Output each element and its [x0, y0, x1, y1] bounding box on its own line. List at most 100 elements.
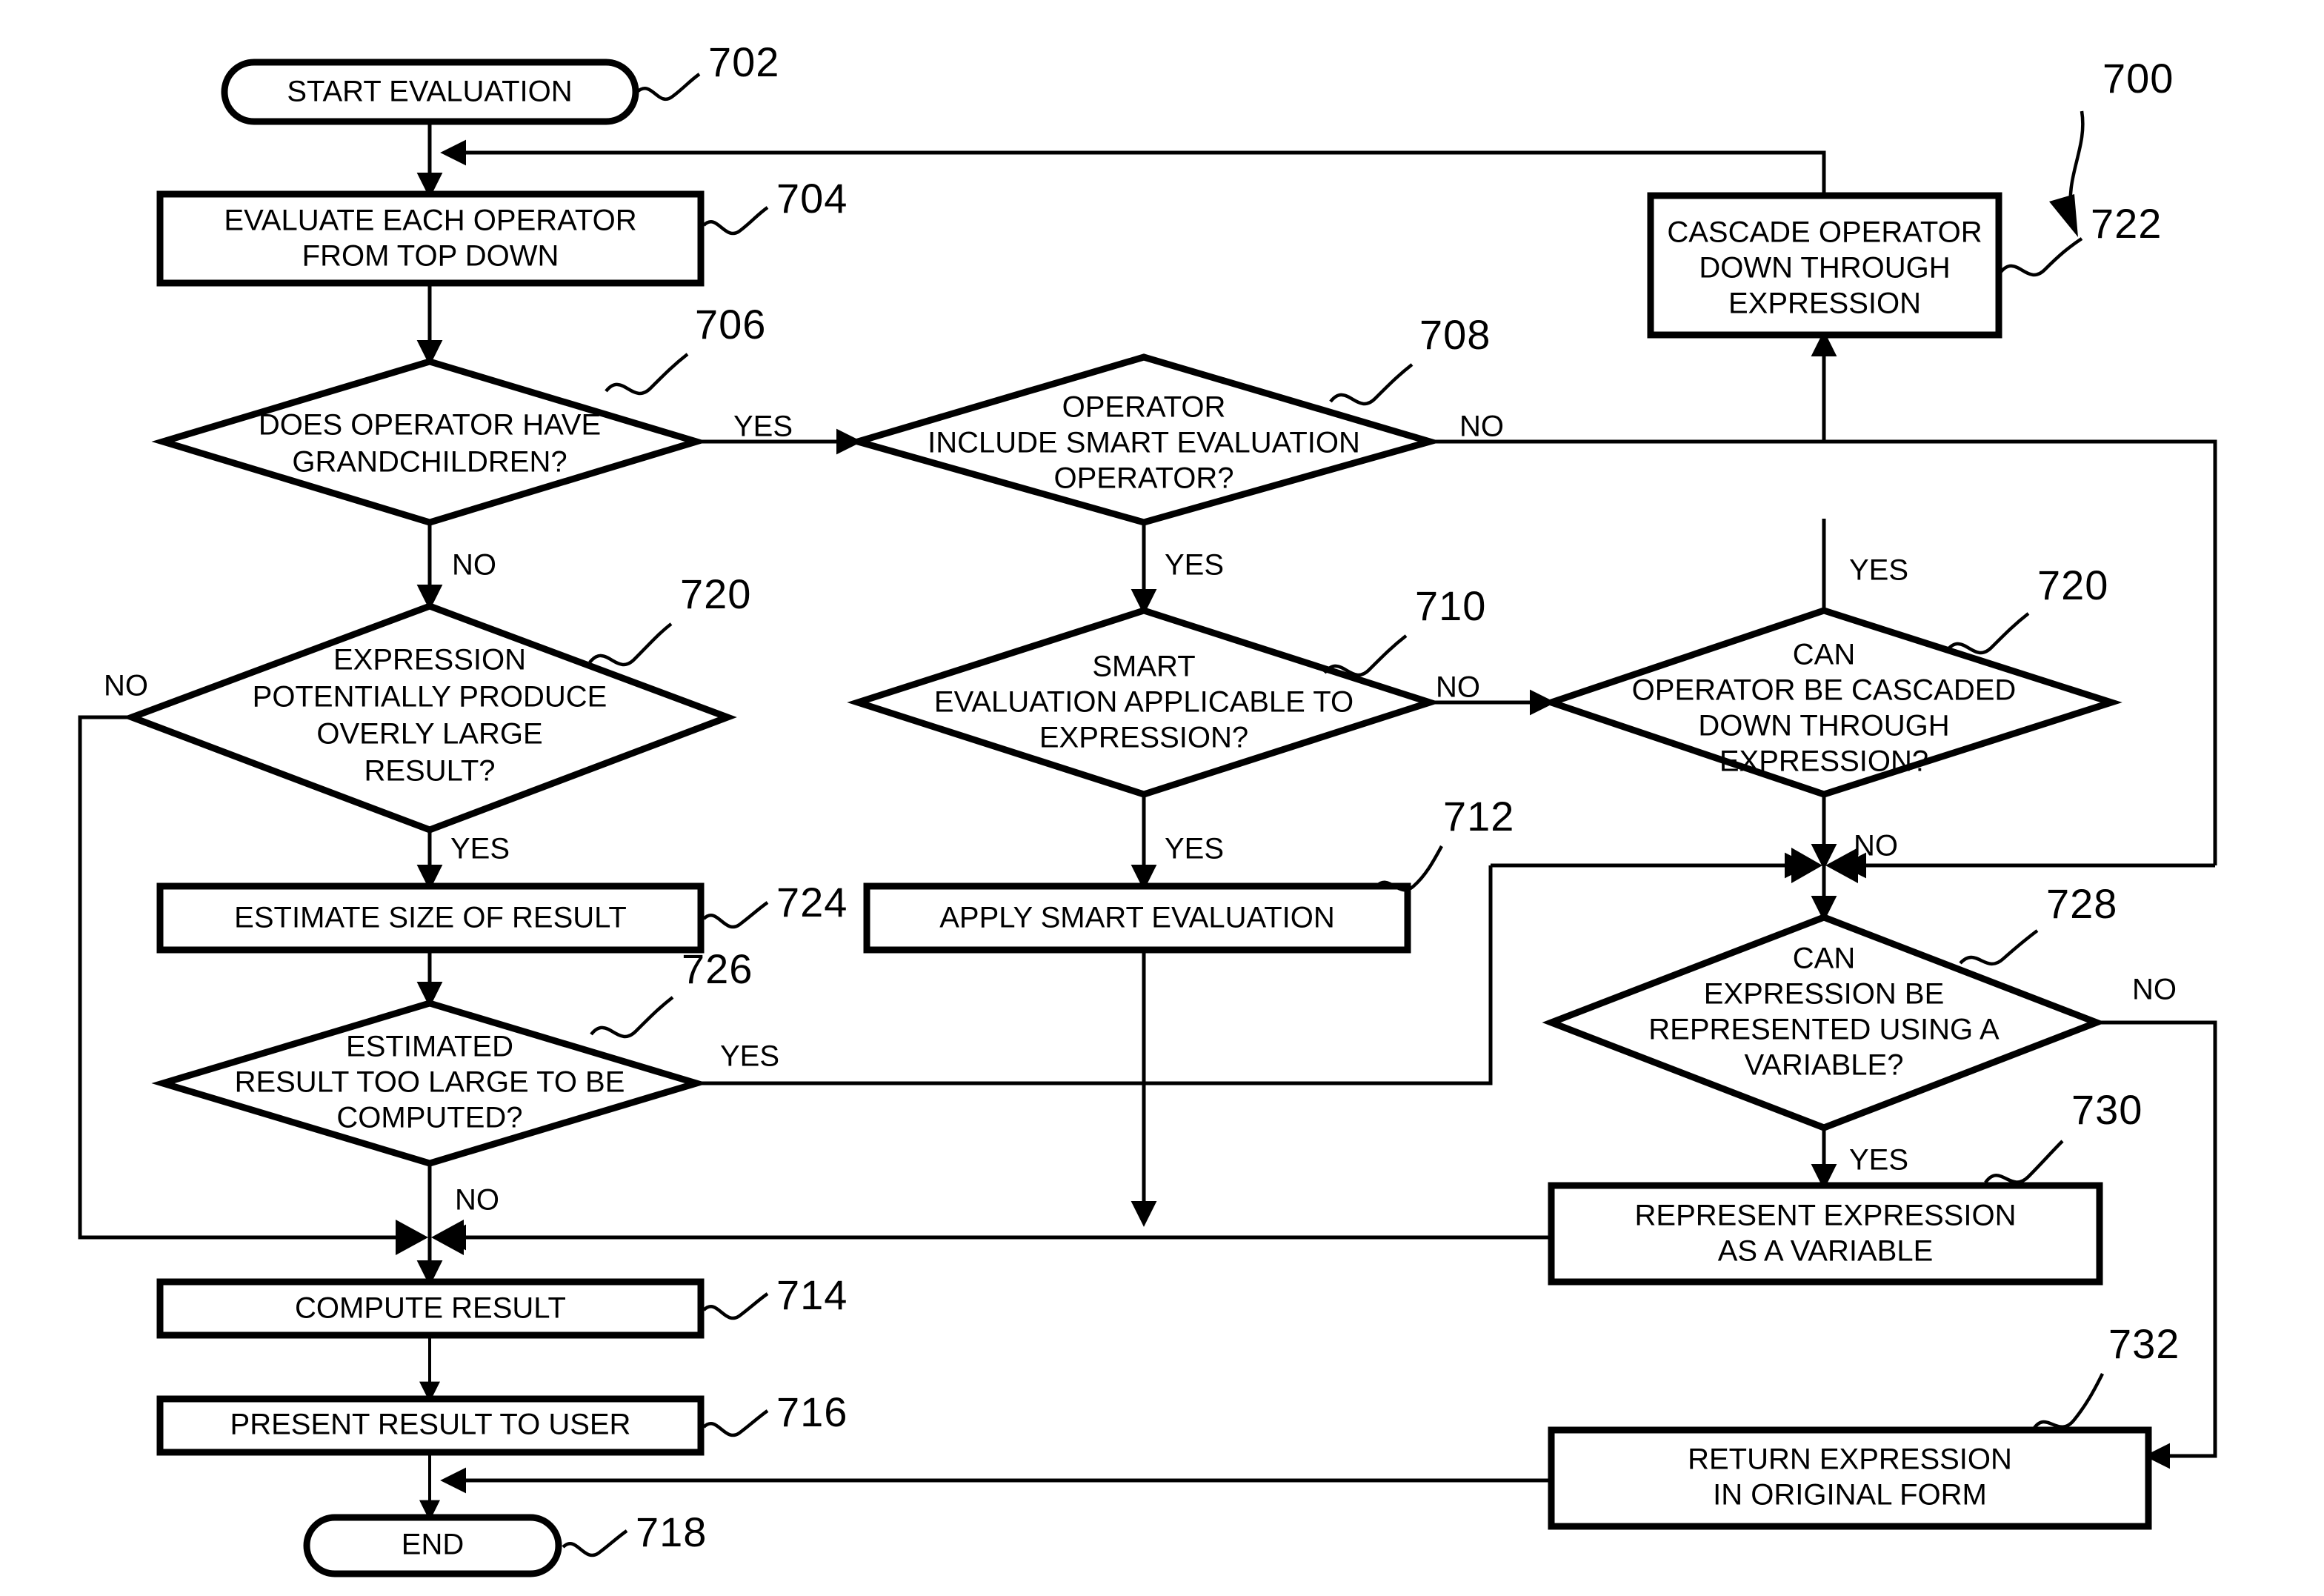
- flowchart-svg: START EVALUATION EVALUATE EACH OPERATOR …: [78, 39, 2217, 1577]
- node-710-label-line2: EVALUATION APPLICABLE TO: [934, 686, 1354, 719]
- ref-710: 710: [1415, 582, 1486, 629]
- node-722-label-line3: EXPRESSION: [1728, 287, 1921, 320]
- node-726-label-line1: ESTIMATED: [346, 1031, 513, 1063]
- node-720a-label-line4: RESULT?: [364, 755, 495, 788]
- node-720b-label-line1: CAN: [1793, 639, 1855, 671]
- node-732-label-line1: RETURN EXPRESSION: [1688, 1443, 2012, 1476]
- node-720a-label-line3: OVERLY LARGE: [316, 718, 542, 751]
- ref-712: 712: [1443, 793, 1514, 839]
- node-730-label-line1: REPRESENT EXPRESSION: [1635, 1200, 2017, 1232]
- node-smart-evaluation-applicable-to-expression[interactable]: SMART EVALUATION APPLICABLE TO EXPRESSIO…: [847, 607, 1441, 798]
- edge-label-706-no: NO: [452, 549, 496, 582]
- node-704-label-line1: EVALUATE EACH OPERATOR: [224, 205, 636, 237]
- edge-label-726-no: NO: [455, 1184, 499, 1217]
- junction-arrow-right-1168: [1825, 848, 1858, 883]
- leader-708: [1329, 363, 1414, 406]
- edge-label-720a-yes: YES: [450, 833, 510, 865]
- node-712-label: APPLY SMART EVALUATION: [939, 902, 1335, 934]
- node-728-label-line3: REPRESENTED USING A: [1648, 1014, 2000, 1046]
- node-evaluate-each-operator[interactable]: EVALUATE EACH OPERATOR FROM TOP DOWN: [156, 190, 705, 287]
- ref-728: 728: [2046, 880, 2117, 927]
- node-722-label-line1: CASCADE OPERATOR: [1667, 216, 1982, 249]
- node-708-label-line1: OPERATOR: [1062, 391, 1226, 424]
- edge-label-726-yes: YES: [720, 1040, 779, 1073]
- ref-730: 730: [2071, 1086, 2142, 1133]
- node-708-label-line3: OPERATOR?: [1053, 462, 1233, 495]
- node-720b-label-line3: DOWN THROUGH: [1698, 710, 1949, 742]
- leader-702: [636, 73, 701, 102]
- node-732-label-line2: IN ORIGINAL FORM: [1713, 1479, 1987, 1512]
- figure-canvas: START EVALUATION EVALUATE EACH OPERATOR …: [0, 0, 2324, 1596]
- leader-732: [2031, 1372, 2105, 1432]
- node-720a-label-line1: EXPRESSION: [333, 644, 526, 676]
- node-estimated-result-too-large-to-be-computed[interactable]: ESTIMATED RESULT TOO LARGE TO BE COMPUTE…: [151, 1000, 708, 1167]
- leader-726: [590, 996, 674, 1039]
- node-702-label: START EVALUATION: [287, 76, 572, 108]
- node-718-label: END: [402, 1529, 464, 1561]
- junction-arrow-right-1670: [431, 1220, 464, 1255]
- node-start-evaluation[interactable]: START EVALUATION: [221, 59, 639, 125]
- node-present-result-to-user[interactable]: PRESENT RESULT TO USER: [156, 1395, 705, 1456]
- edge-722-to-704-loop: [440, 139, 1826, 194]
- ref-716: 716: [776, 1389, 848, 1435]
- node-720a-label-line2: POTENTIALLY PRODUCE: [253, 681, 607, 714]
- leader-706: [605, 353, 689, 396]
- ref-700: 700: [2102, 55, 2174, 102]
- leader-722: [1999, 237, 2083, 277]
- node-714-label: COMPUTE RESULT: [295, 1292, 566, 1325]
- node-706-label-line1: DOES OPERATOR HAVE: [259, 409, 601, 442]
- node-720b-label-line2: OPERATOR BE CASCADED: [1632, 674, 2017, 707]
- node-estimate-size-of-result[interactable]: ESTIMATE SIZE OF RESULT: [156, 882, 705, 954]
- node-728-label-line1: CAN: [1793, 942, 1855, 975]
- edge-label-706-yes: YES: [733, 410, 793, 443]
- ref-718: 718: [636, 1509, 707, 1555]
- node-720b-label-line4: EXPRESSION?: [1719, 745, 1928, 778]
- node-compute-result[interactable]: COMPUTE RESULT: [156, 1278, 705, 1339]
- node-728-label-line2: EXPRESSION BE: [1704, 978, 1945, 1011]
- node-represent-expression-as-a-variable[interactable]: REPRESENT EXPRESSION AS A VARIABLE: [1548, 1182, 2103, 1286]
- node-726-label-line3: COMPUTED?: [336, 1102, 522, 1134]
- node-710-label-line1: SMART: [1092, 651, 1195, 683]
- node-cascade-operator-down-through-expression[interactable]: CASCADE OPERATOR DOWN THROUGH EXPRESSION: [1647, 192, 2002, 339]
- node-710-label-line3: EXPRESSION?: [1039, 722, 1248, 754]
- ref-720b: 720: [2037, 562, 2108, 608]
- node-can-operator-be-cascaded-down-through-expression[interactable]: CAN OPERATOR BE CASCADED DOWN THROUGH EX…: [1540, 607, 2122, 798]
- node-operator-include-smart-evaluation-operator[interactable]: OPERATOR INCLUDE SMART EVALUATION OPERAT…: [845, 353, 1442, 526]
- leader-718: [562, 1529, 628, 1557]
- node-730-label-line2: AS A VARIABLE: [1718, 1235, 1934, 1268]
- node-return-expression-in-original-form[interactable]: RETURN EXPRESSION IN ORIGINAL FORM: [1548, 1426, 2152, 1530]
- node-708-label-line2: INCLUDE SMART EVALUATION: [928, 427, 1360, 459]
- leader-700-arrowhead: [2049, 194, 2078, 237]
- ref-720a: 720: [680, 571, 751, 617]
- leader-730: [1984, 1140, 2064, 1184]
- node-704-label-line2: FROM TOP DOWN: [302, 240, 559, 273]
- junction-arrow-left-1168: [1791, 848, 1822, 883]
- ref-724: 724: [776, 879, 848, 925]
- leader-724: [702, 901, 769, 929]
- node-724-label: ESTIMATE SIZE OF RESULT: [234, 902, 627, 934]
- ref-708: 708: [1419, 311, 1491, 358]
- edge-label-710-no: NO: [1436, 671, 1480, 704]
- node-end[interactable]: END: [303, 1514, 562, 1577]
- node-716-label: PRESENT RESULT TO USER: [230, 1409, 631, 1441]
- ref-732: 732: [2108, 1320, 2180, 1367]
- edge-label-720a-no: NO: [104, 670, 148, 702]
- ref-704: 704: [776, 175, 848, 222]
- leader-720a: [588, 622, 673, 667]
- ref-706: 706: [695, 301, 766, 348]
- ref-726: 726: [682, 945, 753, 992]
- edge-label-728-yes: YES: [1849, 1144, 1908, 1177]
- ref-702: 702: [708, 39, 779, 85]
- junction-arrow-left-1670: [396, 1220, 428, 1255]
- node-expression-potentially-produce-overly-large-result[interactable]: EXPRESSION POTENTIALLY PRODUCE OVERLY LA…: [122, 602, 737, 834]
- edge-label-708-yes: YES: [1165, 549, 1224, 582]
- edge-label-720b-no: NO: [1854, 830, 1898, 862]
- edge-label-720b-yes: YES: [1849, 554, 1908, 587]
- edge-label-710-yes: YES: [1165, 833, 1224, 865]
- leader-720b: [1945, 612, 2030, 655]
- edge-label-728-no: NO: [2132, 974, 2177, 1006]
- ref-722: 722: [2091, 200, 2162, 247]
- leader-716: [702, 1409, 769, 1437]
- node-apply-smart-evaluation[interactable]: APPLY SMART EVALUATION: [863, 882, 1411, 954]
- node-726-label-line2: RESULT TOO LARGE TO BE: [235, 1066, 625, 1099]
